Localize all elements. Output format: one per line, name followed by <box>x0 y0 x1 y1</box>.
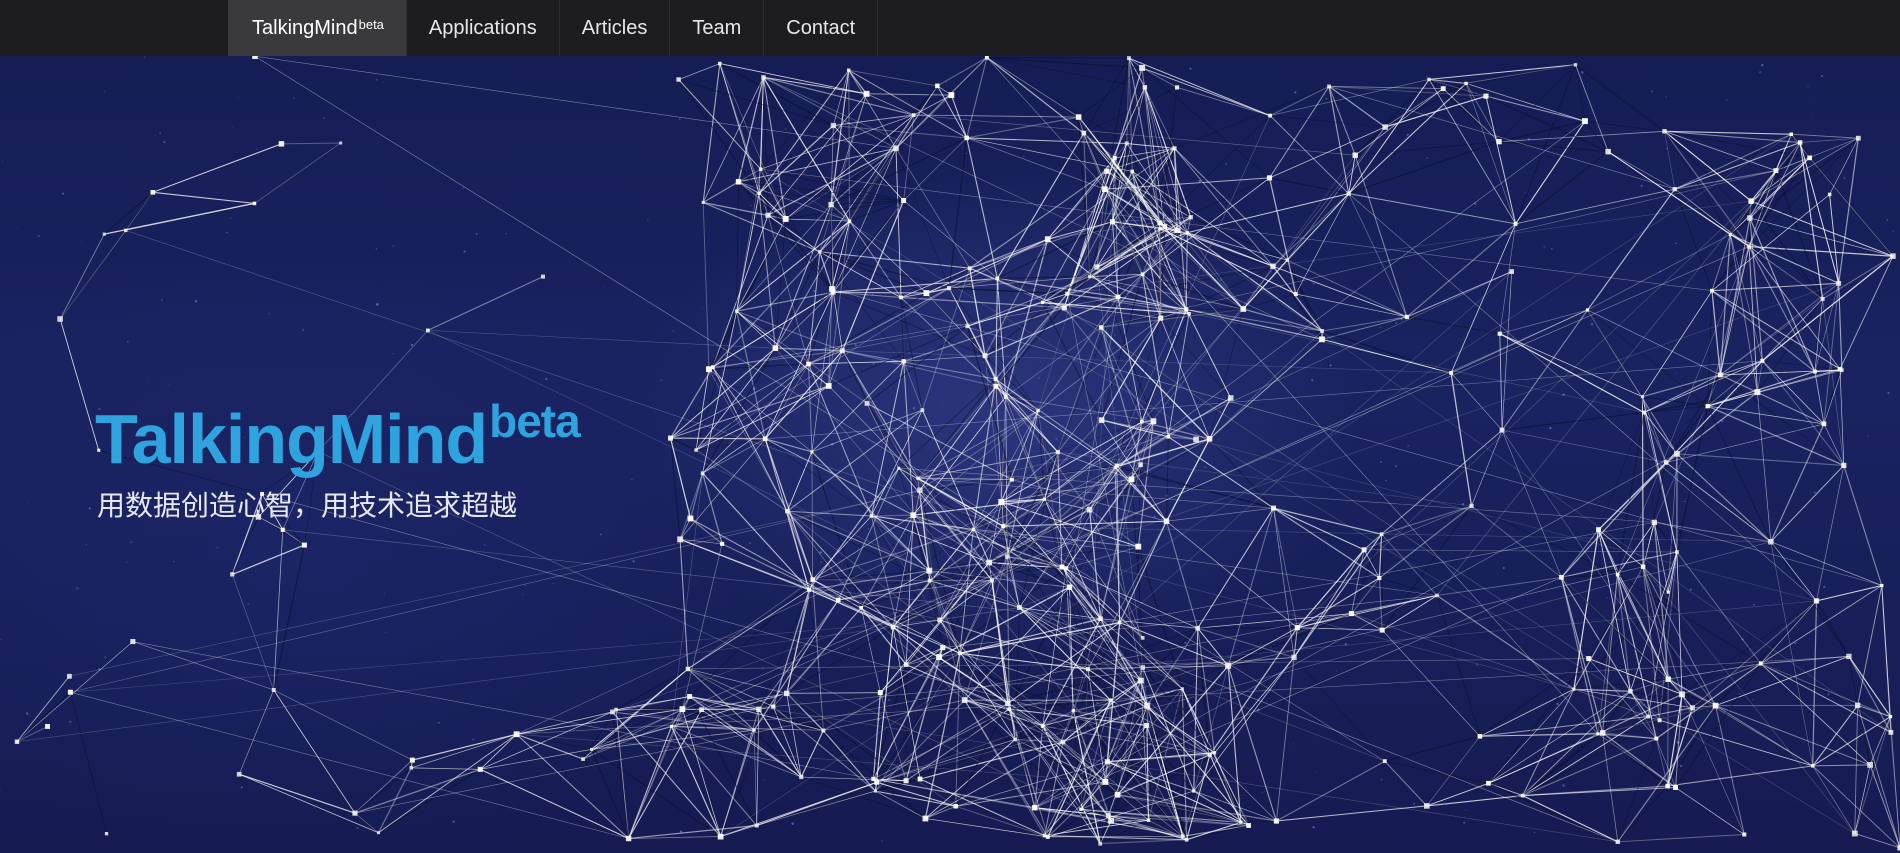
hero-text-block: TalkingMindbeta 用数据创造心智，用技术追求超越 <box>95 398 581 524</box>
nav-item-articles[interactable]: Articles <box>560 0 671 56</box>
nav-item-label: Contact <box>786 16 856 39</box>
hero-subtitle: 用数据创造心智，用技术追求超越 <box>97 489 518 522</box>
nav-brand-link[interactable]: TalkingMind beta <box>228 0 407 56</box>
top-navbar: TalkingMind beta Applications Articles Te… <box>0 0 1900 56</box>
nav-item-contact[interactable]: Contact <box>764 0 879 56</box>
hero-title-text: TalkingMind <box>95 400 488 478</box>
nav-item-label: Team <box>692 16 742 39</box>
hero-title: TalkingMindbeta <box>95 398 581 474</box>
nav-item-label: Articles <box>581 16 648 39</box>
nav-brand-label: TalkingMind <box>252 16 358 39</box>
nav-item-team[interactable]: Team <box>670 0 765 56</box>
nav-item-applications[interactable]: Applications <box>407 0 560 56</box>
hero-title-suffix: beta <box>489 395 581 447</box>
hero-banner: TalkingMindbeta 用数据创造心智，用技术追求超越 <box>0 56 1900 853</box>
nav-menu: TalkingMind beta Applications Articles Te… <box>228 0 879 56</box>
nav-item-label: Applications <box>428 16 537 39</box>
nav-brand-suffix: beta <box>358 16 384 32</box>
